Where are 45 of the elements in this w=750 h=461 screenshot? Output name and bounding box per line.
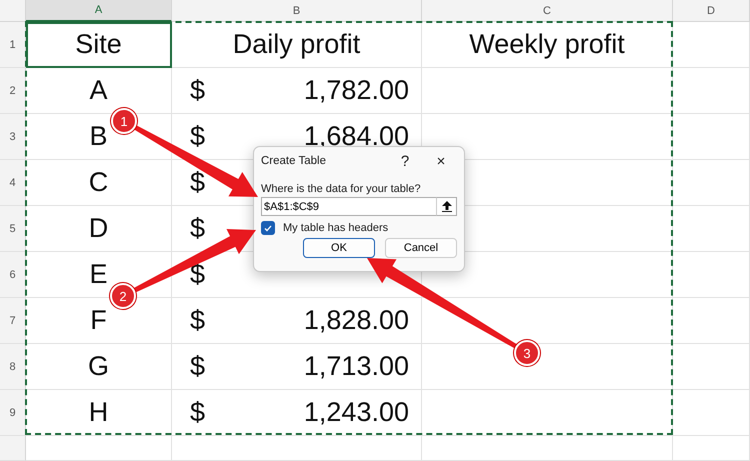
dialog-button[interactable]: OK <box>303 238 375 258</box>
headers-checkbox[interactable] <box>261 221 275 235</box>
range-prompt: Where is the data for your table? <box>261 183 422 195</box>
amount-text: 1,713.00 <box>304 351 409 382</box>
column-header[interactable]: B <box>172 0 422 22</box>
column-header[interactable]: A <box>26 0 172 22</box>
amount-text: 1,243.00 <box>304 397 409 428</box>
table-cell: G <box>26 344 172 390</box>
row-header[interactable]: 6 <box>0 252 26 298</box>
row-header[interactable]: 3 <box>0 114 26 160</box>
table-cell: C <box>26 160 172 206</box>
upload-icon[interactable] <box>436 197 457 216</box>
table-cell: D <box>26 206 172 252</box>
range-field[interactable]: $A$1:$C$9 <box>261 197 436 216</box>
currency-symbol: $ <box>190 167 206 198</box>
currency-symbol: $ <box>190 121 206 152</box>
step-badge: 1 <box>111 108 137 134</box>
step-badge: 3 <box>514 340 540 366</box>
header-cell[interactable]: Weekly profit <box>422 22 673 68</box>
currency-symbol: $ <box>190 397 206 428</box>
currency-symbol: $ <box>190 75 206 106</box>
currency-symbol: $ <box>190 259 206 290</box>
row-header[interactable]: 7 <box>0 298 26 344</box>
row-header[interactable]: 5 <box>0 206 26 252</box>
row-header[interactable]: 8 <box>0 344 26 390</box>
checkbox-label: My table has headers <box>283 222 388 234</box>
row-header[interactable]: 2 <box>0 68 26 114</box>
currency-symbol: $ <box>190 351 206 382</box>
row-header[interactable]: 9 <box>0 390 26 436</box>
help-button[interactable]: ? <box>389 152 421 170</box>
table-cell: H <box>26 390 172 436</box>
header-cell[interactable]: Site <box>26 22 172 68</box>
dialog-button[interactable]: Cancel <box>385 238 457 258</box>
close-button[interactable]: × <box>425 152 457 170</box>
amount-text: 1,684.00 <box>304 121 409 152</box>
column-header[interactable]: C <box>422 0 673 22</box>
amount-text: 1,828.00 <box>304 305 409 336</box>
amount-text: 1,782.00 <box>304 75 409 106</box>
column-header[interactable]: D <box>673 0 750 22</box>
header-cell[interactable]: Daily profit <box>172 22 422 68</box>
currency-symbol: $ <box>190 305 206 336</box>
row-header[interactable]: 4 <box>0 160 26 206</box>
dialog-title: Create Table <box>261 155 327 167</box>
currency-symbol: $ <box>190 213 206 244</box>
row-header[interactable]: 1 <box>0 22 26 68</box>
